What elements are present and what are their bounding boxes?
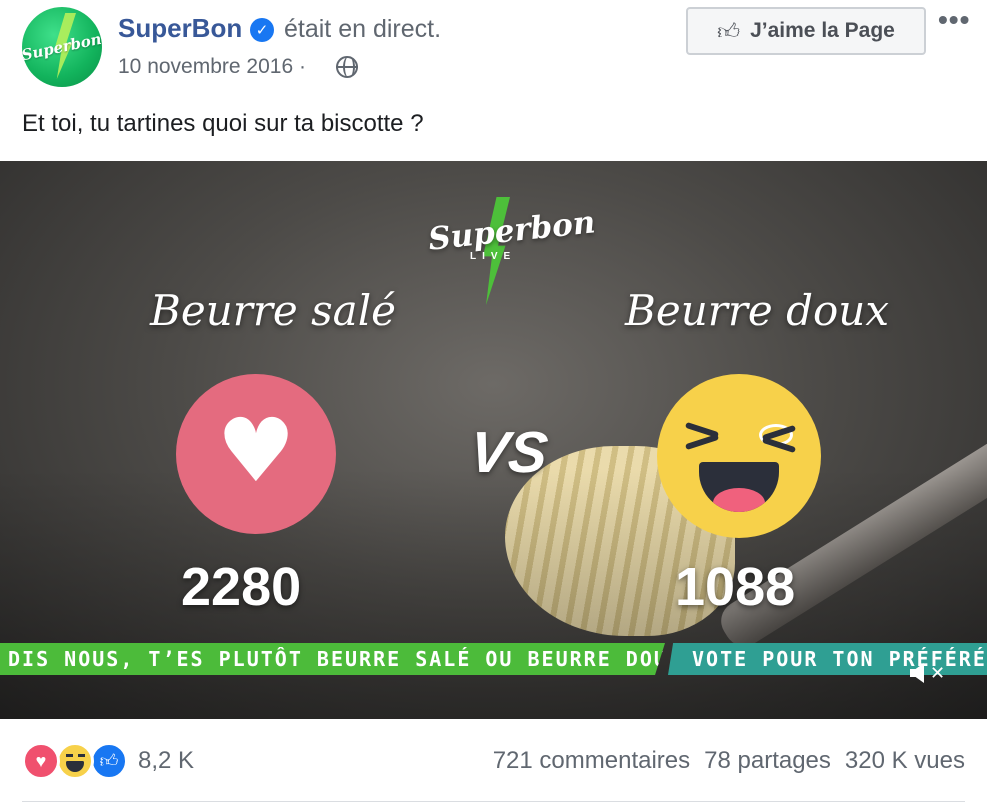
like-page-button[interactable]: 👍︎ J’aime la Page (686, 7, 926, 55)
like-react-icon: 👍︎ (90, 742, 128, 780)
page-name-link[interactable]: SuperBon (118, 13, 242, 44)
haha-mouth (699, 462, 779, 512)
haha-right-eye (759, 424, 793, 446)
live-video-player[interactable]: Superbon LIVE Beurre salé Beurre doux ♥ … (0, 161, 987, 719)
comments-count-link[interactable]: 721 commentaires (493, 747, 690, 775)
verified-badge-icon: ✓ (250, 18, 274, 42)
love-reaction-icon: ♥ (176, 374, 336, 534)
more-options-icon[interactable]: ••• (938, 6, 970, 34)
right-vote-count: 1088 (675, 557, 796, 617)
love-react-icon: ♥ (22, 742, 60, 780)
left-vote-count: 2280 (181, 557, 302, 617)
haha-reaction-icon (657, 374, 821, 538)
thumbs-up-icon: 👍︎ (717, 18, 741, 44)
haha-react-icon (56, 742, 94, 780)
views-count: 320 K vues (844, 747, 965, 774)
globe-icon (336, 56, 358, 78)
reaction-icons[interactable]: ♥ 👍︎ (22, 742, 134, 780)
like-page-label: J’aime la Page (750, 19, 895, 42)
heart-icon: ♥ (216, 399, 296, 502)
left-option-title: Beurre salé (150, 286, 397, 335)
footer-divider (22, 801, 965, 802)
versus-label: VS (466, 420, 551, 485)
mute-x-icon: ✕ (930, 662, 946, 683)
mute-toggle-button[interactable]: ✕ (910, 655, 954, 691)
post-date-link[interactable]: 10 novembre 2016 · (118, 55, 306, 79)
logo-subtext: LIVE (470, 251, 517, 262)
post-header: Superbon SuperBon ✓ était en direct. 10 … (0, 0, 987, 100)
live-status-text: était en direct. (284, 15, 442, 43)
right-option-title: Beurre doux (625, 286, 890, 335)
question-banner-text: DIS NOUS, T’ES PLUTÔT BEURRE SALÉ OU BEU… (8, 647, 711, 671)
question-banner: DIS NOUS, T’ES PLUTÔT BEURRE SALÉ OU BEU… (0, 643, 665, 675)
post-stats: 721 commentaires 78 partages 320 K vues (493, 747, 965, 775)
superbon-live-logo: Superbon LIVE (427, 197, 597, 305)
haha-left-eye (685, 424, 719, 446)
page-avatar[interactable]: Superbon (22, 7, 102, 87)
shares-count-link[interactable]: 78 partages (704, 747, 831, 775)
post-footer: ♥ 👍︎ 8,2 K 721 commentaires 78 partages … (0, 719, 987, 805)
reaction-count[interactable]: 8,2 K (138, 747, 194, 775)
post-caption: Et toi, tu tartines quoi sur ta biscotte… (22, 110, 424, 137)
speaker-muted-icon (910, 663, 924, 683)
